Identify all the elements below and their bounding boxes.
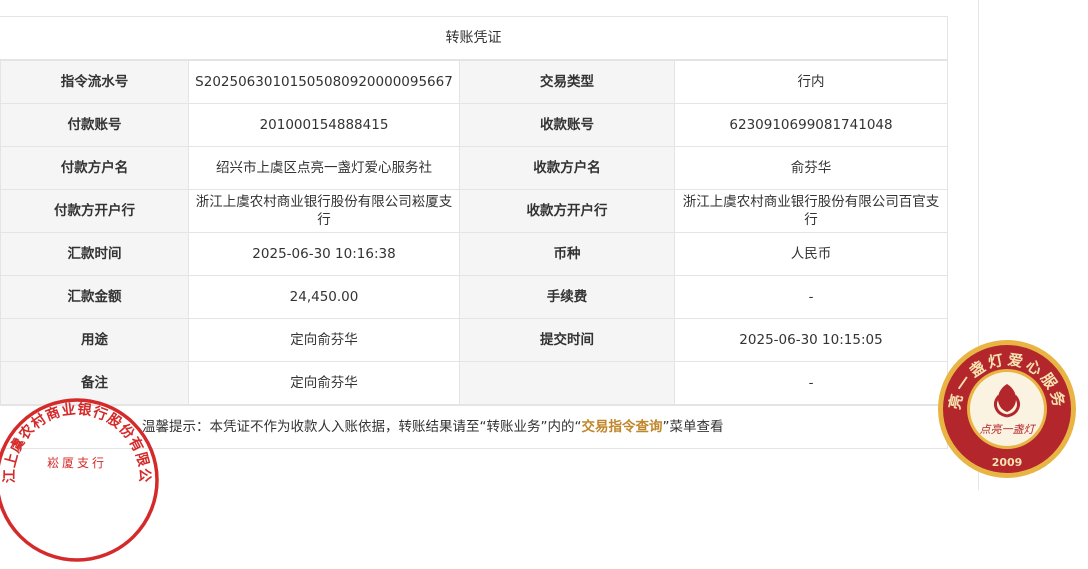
table-row: 汇款金额 24,450.00 手续费 - [0, 275, 948, 319]
serial-number-label: 指令流水号 [0, 60, 189, 104]
payee-bank-label: 收款方开户行 [459, 189, 675, 233]
org-badge-center-text: 点亮一盏灯 [980, 423, 1037, 436]
purpose-label: 用途 [0, 318, 189, 362]
submit-time-value: 2025-06-30 10:15:05 [674, 318, 948, 362]
transfer-voucher: 转账凭证 指令流水号 S2025063010150508092000009566… [0, 16, 948, 449]
voucher-table: 指令流水号 S20250630101505080920000095667 交易类… [0, 60, 948, 405]
payee-bank-value: 浙江上虞农村商业银行股份有限公司百官支行 [674, 189, 948, 233]
bank-seal-text: 浙江上虞农村商业银行股份有限公司 [0, 382, 151, 483]
trade-query-link[interactable]: 交易指令查询 [581, 419, 662, 435]
transaction-type-value: 行内 [674, 60, 948, 104]
fee-value: - [674, 275, 948, 319]
transaction-type-label: 交易类型 [459, 60, 675, 104]
payee-account-value: 6230910699081741048 [674, 103, 948, 147]
empty-value: - [674, 361, 948, 405]
table-row: 付款方户名 绍兴市上虞区点亮一盏灯爱心服务社 收款方户名 俞芬华 [0, 146, 948, 190]
tip-suffix: ”菜单查看 [662, 419, 724, 435]
voucher-title: 转账凭证 [0, 17, 947, 60]
submit-time-label: 提交时间 [459, 318, 675, 362]
payer-account-value: 201000154888415 [188, 103, 460, 147]
payee-name-label: 收款方户名 [459, 146, 675, 190]
bank-seal-icon: 浙江上虞农村商业银行股份有限公司 崧厦支行 [0, 382, 159, 562]
payee-name-value: 俞芬华 [674, 146, 948, 190]
empty-label [459, 361, 675, 405]
payer-bank-label: 付款方开户行 [0, 189, 189, 233]
payer-account-label: 付款账号 [0, 103, 189, 147]
payer-name-value: 绍兴市上虞区点亮一盏灯爱心服务社 [188, 146, 460, 190]
payee-account-label: 收款账号 [459, 103, 675, 147]
table-row: 付款方开户行 浙江上虞农村商业银行股份有限公司崧厦支行 收款方开户行 浙江上虞农… [0, 189, 948, 233]
table-row: 用途 定向俞芬华 提交时间 2025-06-30 10:15:05 [0, 318, 948, 362]
org-badge-icon: 点亮一盏灯爱心服务社 点亮一盏灯 2009 [926, 324, 1076, 478]
remark-value: 定向俞芬华 [188, 361, 460, 405]
table-row: 指令流水号 S20250630101505080920000095667 交易类… [0, 60, 948, 104]
org-badge-stamp: 点亮一盏灯爱心服务社 点亮一盏灯 2009 [926, 324, 1078, 484]
table-row: 汇款时间 2025-06-30 10:16:38 币种 人民币 [0, 232, 948, 276]
org-badge-year: 2009 [992, 456, 1023, 469]
tip-prefix: 温馨提示：本凭证不作为收款人入账依据，转账结果请至“转账业务”内的“ [142, 419, 582, 435]
bank-seal-subtext: 崧厦支行 [47, 456, 107, 470]
svg-text:浙江上虞农村商业银行股份有限公司: 浙江上虞农村商业银行股份有限公司 [0, 395, 152, 483]
remit-time-value: 2025-06-30 10:16:38 [188, 232, 460, 276]
fee-label: 手续费 [459, 275, 675, 319]
remit-time-label: 汇款时间 [0, 232, 189, 276]
currency-label: 币种 [459, 232, 675, 276]
purpose-value: 定向俞芬华 [188, 318, 460, 362]
amount-value: 24,450.00 [188, 275, 460, 319]
table-row: 付款账号 201000154888415 收款账号 62309106990817… [0, 103, 948, 147]
payer-bank-value: 浙江上虞农村商业银行股份有限公司崧厦支行 [188, 189, 460, 233]
bank-seal-stamp: 浙江上虞农村商业银行股份有限公司 崧厦支行 [0, 382, 162, 569]
currency-value: 人民币 [674, 232, 948, 276]
payer-name-label: 付款方户名 [0, 146, 189, 190]
serial-number-value: S20250630101505080920000095667 [188, 60, 460, 104]
amount-label: 汇款金额 [0, 275, 189, 319]
